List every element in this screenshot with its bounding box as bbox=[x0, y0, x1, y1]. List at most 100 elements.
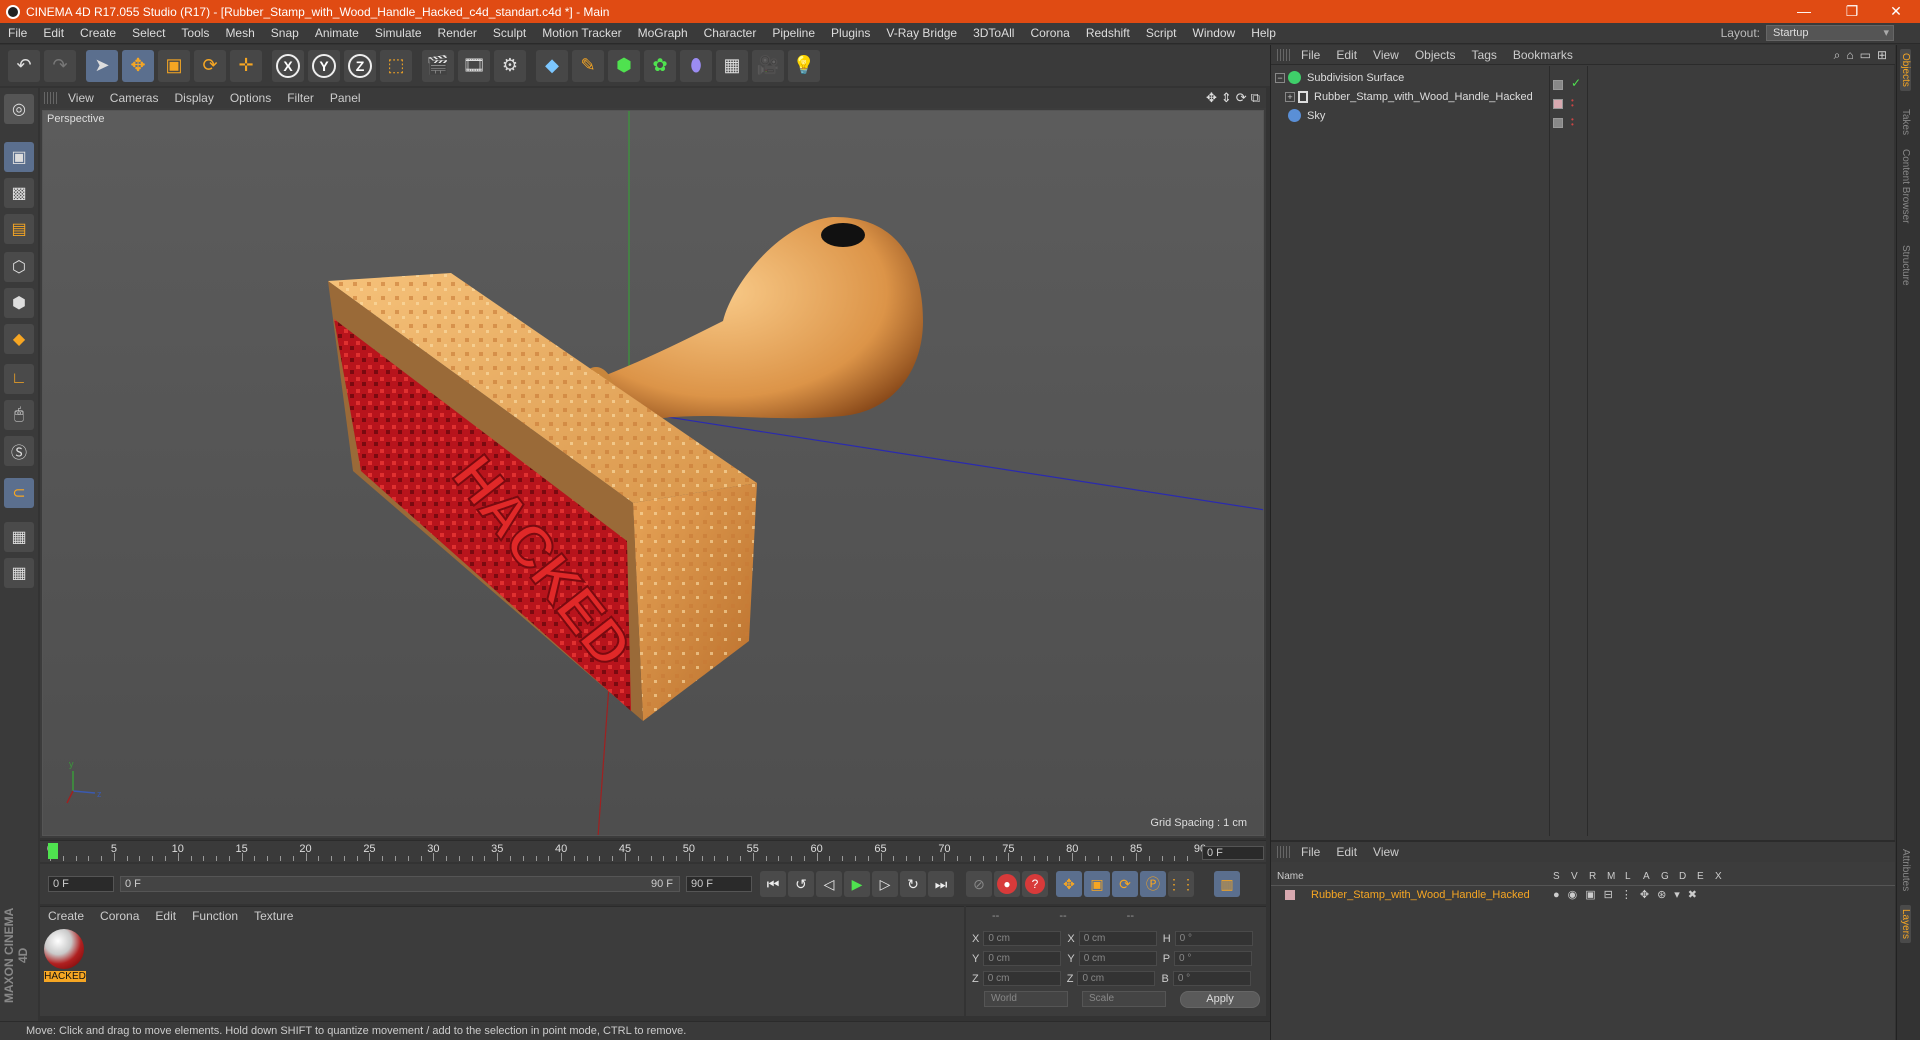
om-menu-tags[interactable]: Tags bbox=[1464, 48, 1505, 62]
rotate-tool-icon[interactable]: ⟳ bbox=[194, 49, 226, 82]
menu-simulate[interactable]: Simulate bbox=[367, 23, 430, 44]
layer-tag-icon[interactable] bbox=[1553, 80, 1563, 90]
spline-pen-icon[interactable]: ✎ bbox=[572, 49, 604, 82]
coordinate-system-icon[interactable]: ⬚ bbox=[380, 49, 412, 82]
menu-tools[interactable]: Tools bbox=[173, 23, 217, 44]
timeline-ruler[interactable]: 051015202530354045505560657075808590 bbox=[40, 840, 1266, 862]
menu-mograph[interactable]: MoGraph bbox=[630, 23, 696, 44]
material-menu-corona[interactable]: Corona bbox=[92, 909, 147, 923]
menu-mesh[interactable]: Mesh bbox=[217, 23, 262, 44]
tweak-mode-icon[interactable]: 🖱 bbox=[4, 400, 34, 430]
coordinate-space-dropdown[interactable]: World bbox=[984, 991, 1068, 1007]
menu-help[interactable]: Help bbox=[1243, 23, 1284, 44]
scale-tool-icon[interactable]: ▣ bbox=[158, 49, 190, 82]
menu-pipeline[interactable]: Pipeline bbox=[764, 23, 823, 44]
object-row-sky[interactable]: Sky bbox=[1271, 106, 1891, 125]
menu-sculpt[interactable]: Sculpt bbox=[485, 23, 534, 44]
points-mode-icon[interactable]: ⬡ bbox=[4, 252, 34, 282]
layout-dropdown[interactable]: Startup bbox=[1766, 25, 1894, 41]
record-keys-disabled-icon[interactable]: ⊘ bbox=[966, 871, 992, 897]
z-axis-lock-icon[interactable]: Z bbox=[344, 49, 376, 82]
record-active-objects-icon[interactable]: ● bbox=[994, 871, 1020, 897]
home-icon[interactable]: ⌂ bbox=[1846, 48, 1853, 63]
position-y-field[interactable]: 0 cm bbox=[983, 951, 1062, 966]
move-tool-icon[interactable]: ✥ bbox=[122, 49, 154, 82]
magnet-icon[interactable]: ⊂ bbox=[4, 478, 34, 508]
next-frame-icon[interactable]: ▷ bbox=[872, 871, 898, 897]
redo-icon[interactable]: ↷ bbox=[44, 49, 76, 82]
dolly-view-icon[interactable]: ⇕ bbox=[1221, 90, 1232, 106]
viewport-menu-view[interactable]: View bbox=[60, 91, 102, 105]
recent-tool-icon[interactable]: ✛ bbox=[230, 49, 262, 82]
previous-key-icon[interactable]: ↺ bbox=[788, 871, 814, 897]
visibility-dots-icon[interactable]: • • bbox=[1571, 97, 1575, 110]
key-rotation-icon[interactable]: ⟳ bbox=[1112, 871, 1138, 897]
collapse-icon[interactable]: − bbox=[1275, 72, 1285, 83]
material-tag-icon[interactable] bbox=[1553, 99, 1563, 109]
lm-menu-file[interactable]: File bbox=[1293, 845, 1328, 859]
size-mode-dropdown[interactable]: Scale bbox=[1082, 991, 1166, 1007]
menu-corona[interactable]: Corona bbox=[1022, 23, 1077, 44]
menu-character[interactable]: Character bbox=[696, 23, 765, 44]
floor-icon[interactable]: ▦ bbox=[716, 49, 748, 82]
position-z-field[interactable]: 0 cm bbox=[982, 971, 1061, 986]
render-view-icon[interactable]: 🎬 bbox=[422, 49, 454, 82]
visibility-dots-icon[interactable]: • • bbox=[1571, 116, 1575, 129]
lm-menu-view[interactable]: View bbox=[1365, 845, 1407, 859]
cloner-icon[interactable]: ✿ bbox=[644, 49, 676, 82]
material-menu-create[interactable]: Create bbox=[40, 909, 92, 923]
viewport-menu-panel[interactable]: Panel bbox=[322, 91, 369, 105]
deformer-icon[interactable]: ⬮ bbox=[680, 49, 712, 82]
tab-takes[interactable]: Takes bbox=[1900, 105, 1911, 139]
material-menu-edit[interactable]: Edit bbox=[147, 909, 184, 923]
enabled-check-icon[interactable]: ✓ bbox=[1571, 76, 1581, 90]
render-to-picture-viewer-icon[interactable]: 🎞 bbox=[458, 49, 490, 82]
size-y-field[interactable]: 0 cm bbox=[1078, 951, 1157, 966]
material-menu-texture[interactable]: Texture bbox=[246, 909, 301, 923]
preview-range-slider[interactable]: 0 F 90 F bbox=[120, 876, 680, 892]
x-axis-lock-icon[interactable]: X bbox=[272, 49, 304, 82]
search-icon[interactable]: ⌕ bbox=[1834, 48, 1841, 63]
planar-workplane-icon[interactable]: ▦ bbox=[4, 558, 34, 588]
rotate-view-icon[interactable]: ⟳ bbox=[1236, 90, 1247, 106]
menu-plugins[interactable]: Plugins bbox=[823, 23, 878, 44]
edges-mode-icon[interactable]: ⬢ bbox=[4, 288, 34, 318]
tab-content-browser[interactable]: Content Browser bbox=[1900, 145, 1911, 227]
locked-workplane-icon[interactable]: ▦ bbox=[4, 522, 34, 552]
viewport-menu-filter[interactable]: Filter bbox=[279, 91, 322, 105]
key-point-level-icon[interactable]: ⋮⋮ bbox=[1167, 871, 1195, 897]
current-frame-field[interactable]: 0 F bbox=[1202, 846, 1264, 860]
go-to-start-icon[interactable]: ⏮ bbox=[760, 871, 786, 897]
om-menu-view[interactable]: View bbox=[1365, 48, 1407, 62]
close-button[interactable]: ✕ bbox=[1876, 0, 1916, 23]
next-key-icon[interactable]: ↻ bbox=[900, 871, 926, 897]
material-menu-function[interactable]: Function bbox=[184, 909, 246, 923]
autokeying-icon[interactable]: ? bbox=[1022, 871, 1048, 897]
om-menu-objects[interactable]: Objects bbox=[1407, 48, 1464, 62]
texture-mode-icon[interactable]: ▩ bbox=[4, 178, 34, 208]
cube-object-icon[interactable]: ◆ bbox=[536, 49, 568, 82]
tab-objects[interactable]: Objects bbox=[1900, 49, 1911, 91]
go-to-end-icon[interactable]: ⏭ bbox=[928, 871, 954, 897]
viewport-menu-display[interactable]: Display bbox=[166, 91, 221, 105]
layer-tag-icon[interactable] bbox=[1553, 118, 1563, 128]
tab-attributes[interactable]: Attributes bbox=[1900, 845, 1911, 895]
polygons-mode-icon[interactable]: ◆ bbox=[4, 324, 34, 354]
enable-axis-icon[interactable]: ∟ bbox=[4, 364, 34, 394]
play-forward-icon[interactable]: ▶ bbox=[844, 871, 870, 897]
workplane-mode-icon[interactable]: ▤ bbox=[4, 214, 34, 244]
tab-structure[interactable]: Structure bbox=[1900, 241, 1911, 290]
menu-redshift[interactable]: Redshift bbox=[1078, 23, 1138, 44]
lock-panel-icon[interactable]: ⊞ bbox=[1877, 48, 1887, 63]
menu-create[interactable]: Create bbox=[72, 23, 124, 44]
subdivision-surface-icon[interactable]: ⬢ bbox=[608, 49, 640, 82]
undo-icon[interactable]: ↶ bbox=[8, 49, 40, 82]
timeline-window-icon[interactable]: ▥ bbox=[1214, 871, 1240, 897]
layer-flag-icons[interactable]: ●◉▣⊟⋮✥⊛▾✖ bbox=[1553, 888, 1705, 901]
viewport-menu-options[interactable]: Options bbox=[222, 91, 279, 105]
tab-layers[interactable]: Layers bbox=[1900, 905, 1911, 944]
menu-render[interactable]: Render bbox=[430, 23, 485, 44]
previous-frame-icon[interactable]: ◁ bbox=[816, 871, 842, 897]
viewport-menu-cameras[interactable]: Cameras bbox=[102, 91, 167, 105]
new-view-icon[interactable]: ▭ bbox=[1860, 48, 1871, 63]
